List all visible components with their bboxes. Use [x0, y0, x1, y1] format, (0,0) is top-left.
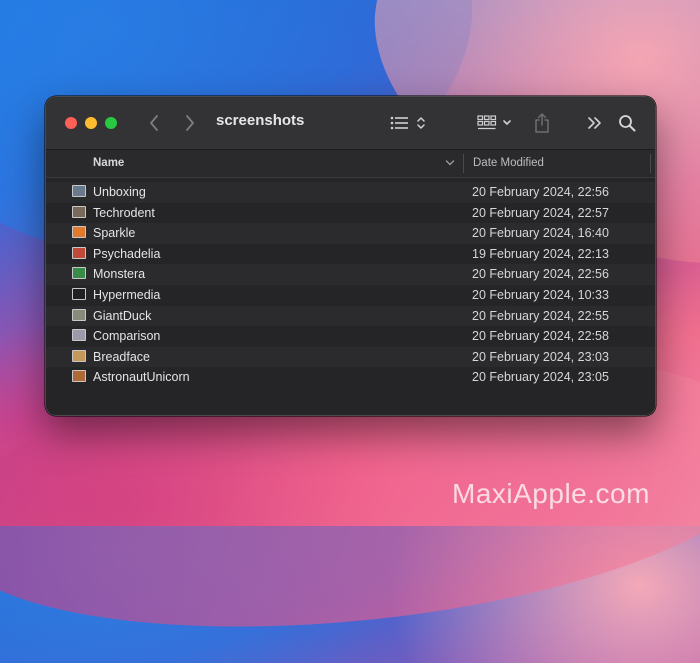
column-date-header[interactable]: Date Modified [473, 157, 544, 169]
more-button[interactable] [585, 111, 605, 135]
toolbar: screenshots [46, 97, 655, 150]
file-date: 20 February 2024, 22:58 [472, 329, 609, 344]
file-name: GiantDuck [93, 308, 152, 323]
chevron-right-icon [186, 115, 194, 131]
share-button[interactable] [532, 111, 552, 135]
image-file-icon [72, 205, 86, 218]
watermark: MaxiApple.com [452, 478, 650, 509]
file-row[interactable]: Techrodent 20 February 2024, 22:57 [46, 202, 655, 224]
file-name: Breadface [93, 349, 150, 364]
image-file-icon [72, 226, 86, 239]
file-name: AstronautUnicorn [93, 370, 190, 385]
file-name: Comparison [93, 329, 161, 344]
file-name: Techrodent [93, 205, 155, 220]
file-date: 20 February 2024, 22:56 [472, 267, 609, 282]
file-row[interactable]: Unboxing 20 February 2024, 22:56 [46, 182, 655, 203]
image-file-icon [72, 287, 86, 300]
image-file-icon [72, 349, 86, 362]
file-date: 19 February 2024, 22:13 [472, 246, 609, 261]
file-name: Sparkle [93, 226, 136, 241]
file-name: Monstera [93, 267, 146, 282]
file-name: Psychadelia [93, 246, 161, 261]
file-date: 20 February 2024, 10:33 [472, 287, 609, 302]
minimize-button[interactable] [85, 117, 97, 129]
chevron-left-icon [150, 115, 158, 131]
column-divider[interactable] [650, 154, 651, 173]
view-mode-button[interactable] [388, 111, 428, 135]
finder-window: screenshots Name Date Modified Unboxing … [45, 96, 656, 416]
image-file-icon [72, 308, 86, 321]
column-header: Name Date Modified [46, 150, 655, 178]
zoom-button[interactable] [105, 117, 117, 129]
file-row[interactable]: Psychadelia 19 February 2024, 22:13 [46, 243, 655, 265]
file-row[interactable]: Comparison 20 February 2024, 22:58 [46, 326, 655, 347]
image-file-icon [72, 370, 86, 383]
share-icon [535, 113, 549, 133]
list-view-icon [390, 116, 408, 130]
file-date: 20 February 2024, 23:05 [472, 370, 609, 385]
file-date: 20 February 2024, 22:56 [472, 185, 609, 199]
file-row[interactable]: Monstera 20 February 2024, 22:56 [46, 264, 655, 285]
window-title: screenshots [216, 112, 305, 129]
file-date: 20 February 2024, 16:40 [472, 226, 609, 241]
column-name-header[interactable]: Name [93, 157, 124, 169]
double-chevron-right-icon [588, 117, 601, 129]
file-list: Unboxing 20 February 2024, 22:56 Techrod… [46, 182, 655, 388]
file-row[interactable]: AstronautUnicorn 20 February 2024, 23:05 [46, 367, 655, 388]
group-button[interactable] [474, 111, 514, 135]
grid-icon [476, 115, 496, 130]
file-row[interactable]: Sparkle 20 February 2024, 16:40 [46, 223, 655, 244]
image-file-icon [72, 267, 86, 280]
close-button[interactable] [65, 117, 77, 129]
file-row[interactable]: Breadface 20 February 2024, 23:03 [46, 346, 655, 368]
image-file-icon [72, 246, 86, 259]
forward-button[interactable] [180, 111, 200, 135]
file-row[interactable]: Hypermedia 20 February 2024, 10:33 [46, 284, 655, 306]
file-name: Unboxing [93, 185, 146, 199]
column-divider[interactable] [463, 154, 464, 173]
sort-chevron-icon[interactable] [445, 157, 455, 172]
image-file-icon [72, 329, 86, 342]
chevron-updown-icon [417, 117, 425, 129]
file-name: Hypermedia [93, 287, 161, 302]
file-row[interactable]: GiantDuck 20 February 2024, 22:55 [46, 305, 655, 327]
image-file-icon [72, 185, 86, 197]
file-date: 20 February 2024, 22:55 [472, 308, 609, 323]
search-icon [619, 115, 636, 132]
file-date: 20 February 2024, 23:03 [472, 349, 609, 364]
search-button[interactable] [616, 111, 638, 135]
chevron-down-icon [502, 120, 511, 125]
back-button[interactable] [144, 111, 164, 135]
file-date: 20 February 2024, 22:57 [472, 205, 609, 220]
